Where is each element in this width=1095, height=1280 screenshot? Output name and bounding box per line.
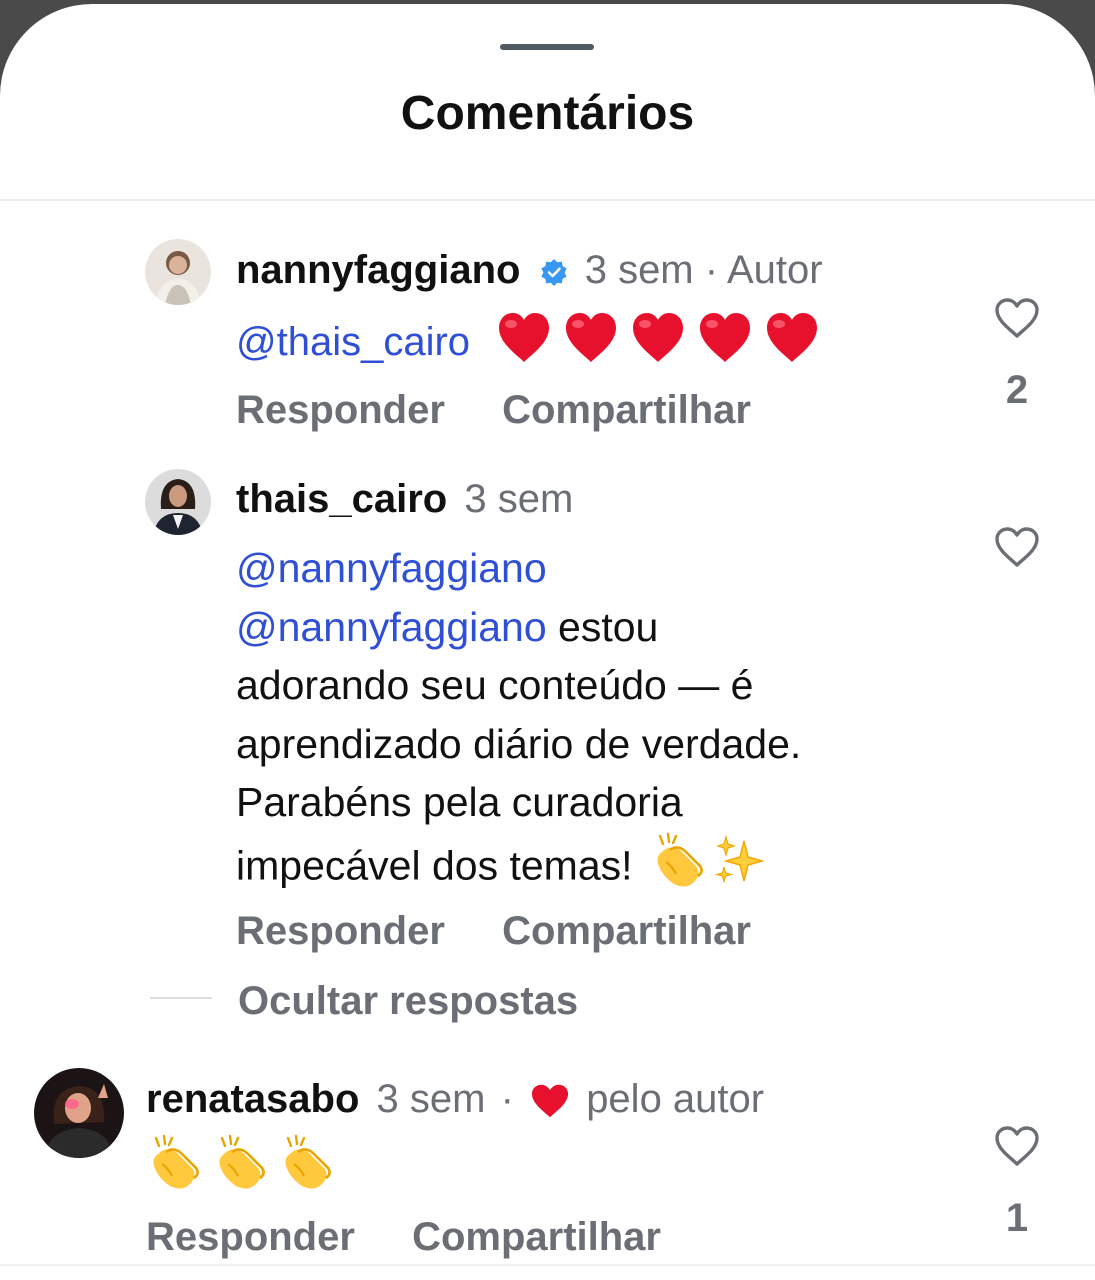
comment-line: @nannyfaggiano estou xyxy=(236,603,659,650)
clapping-hands-icon xyxy=(278,1134,336,1199)
heart-emoji-row xyxy=(495,313,821,364)
comment-time: 3 sem xyxy=(464,477,574,521)
like-button[interactable] xyxy=(994,526,1040,568)
clapping-hands-icon xyxy=(146,1134,204,1199)
heart-outline-icon xyxy=(995,298,1039,338)
reply-button[interactable]: Responder xyxy=(236,911,445,951)
heart-outline-icon xyxy=(995,1126,1039,1166)
comments-sheet: Comentários nannyfaggiano 3 sem · Autor … xyxy=(0,4,1095,1280)
sparkles-icon xyxy=(712,833,768,905)
clapping-hands-icon xyxy=(212,1134,270,1199)
comment-actions: Responder Compartilhar xyxy=(236,390,751,430)
liked-by-author-label: pelo autor xyxy=(586,1077,765,1121)
red-heart-icon xyxy=(562,310,620,379)
like-count: 1 xyxy=(1005,1196,1029,1240)
comment-header: thais_cairo 3 sem xyxy=(236,479,573,519)
red-heart-icon xyxy=(495,310,553,379)
comment-line: aprendizado diário de verdade. xyxy=(236,720,802,767)
comment-line: adorando seu conteúdo — é xyxy=(236,662,754,708)
verified-badge-icon xyxy=(540,258,568,287)
mention-link[interactable]: @thais_cairo xyxy=(236,320,470,364)
like-button[interactable] xyxy=(994,297,1040,339)
sheet-title: Comentários xyxy=(400,87,695,140)
red-heart-icon xyxy=(696,310,754,379)
comment-header: renatasabo 3 sem · pelo autor xyxy=(146,1077,765,1121)
bottom-divider xyxy=(0,1264,1095,1266)
mention-link[interactable]: @nannyfaggiano xyxy=(236,545,547,591)
thread-divider xyxy=(150,997,212,999)
comment-line: Parabéns pela curadoria xyxy=(236,779,683,825)
username[interactable]: renatasabo xyxy=(146,1077,359,1121)
heart-outline-icon xyxy=(995,527,1039,567)
header-divider xyxy=(0,199,1095,201)
mention-link[interactable]: @nannyfaggiano xyxy=(236,604,547,650)
share-button[interactable]: Compartilhar xyxy=(502,911,751,951)
red-heart-icon xyxy=(629,310,687,379)
comment-time: 3 sem xyxy=(584,248,694,292)
comment-line: @nannyfaggiano xyxy=(236,539,801,598)
sheet-grabber[interactable] xyxy=(500,44,594,50)
author-tag: · Autor xyxy=(704,248,823,292)
comment-body xyxy=(146,1134,336,1199)
like-button[interactable] xyxy=(994,1125,1040,1167)
comment-time: 3 sem xyxy=(376,1077,486,1121)
hide-replies-button[interactable]: Ocultar respostas xyxy=(238,979,578,1024)
comment-body: @thais_cairo xyxy=(236,310,821,379)
comment-actions: Responder Compartilhar xyxy=(146,1217,661,1257)
avatar[interactable] xyxy=(145,239,211,305)
avatar[interactable] xyxy=(34,1068,124,1158)
comment-header: nannyfaggiano 3 sem · Autor xyxy=(236,250,823,290)
liked-by-author-heart-icon xyxy=(529,1082,571,1120)
red-heart-icon xyxy=(763,310,821,379)
like-count: 2 xyxy=(1005,368,1029,412)
comment-actions: Responder Compartilhar xyxy=(236,911,751,951)
username[interactable]: thais_cairo xyxy=(236,477,447,521)
comment-line: impecável dos temas! xyxy=(236,832,801,906)
clapping-hands-icon xyxy=(650,832,708,906)
share-button[interactable]: Compartilhar xyxy=(412,1217,661,1257)
share-button[interactable]: Compartilhar xyxy=(502,390,751,430)
username[interactable]: nannyfaggiano xyxy=(236,248,520,292)
comment-body: @nannyfaggiano @nannyfaggiano estou ador… xyxy=(236,539,801,905)
reply-button[interactable]: Responder xyxy=(236,390,445,430)
reply-button[interactable]: Responder xyxy=(146,1217,355,1257)
avatar[interactable] xyxy=(145,469,211,535)
